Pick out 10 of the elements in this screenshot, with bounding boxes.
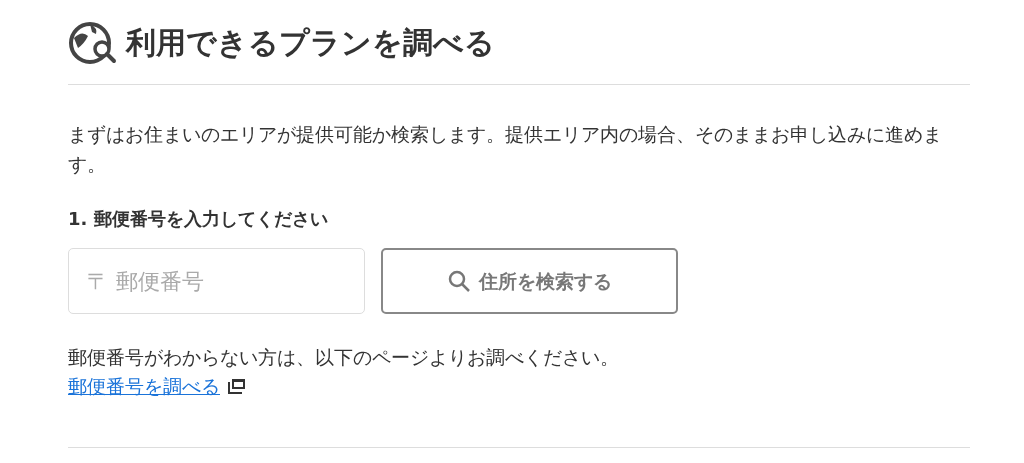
- search-icon: [447, 269, 471, 293]
- step-label: 1. 郵便番号を入力してください: [68, 207, 329, 231]
- postal-lookup-link[interactable]: 郵便番号を調べる: [68, 372, 220, 401]
- address-search-button[interactable]: 住所を検索する: [381, 248, 678, 314]
- external-window-icon: [228, 378, 246, 395]
- intro-text: まずはお住まいのエリアが提供可能か検索します。提供エリア内の場合、そのままお申し込みに進めます。: [68, 122, 943, 177]
- postal-code-field[interactable]: 〒 郵便番号: [68, 248, 365, 314]
- section-heading: 利用できるプランを調べる: [126, 28, 495, 58]
- help-text: 郵便番号がわからない方は、以下のページよりお調べください。: [68, 345, 620, 370]
- globe-search-icon: [68, 20, 118, 66]
